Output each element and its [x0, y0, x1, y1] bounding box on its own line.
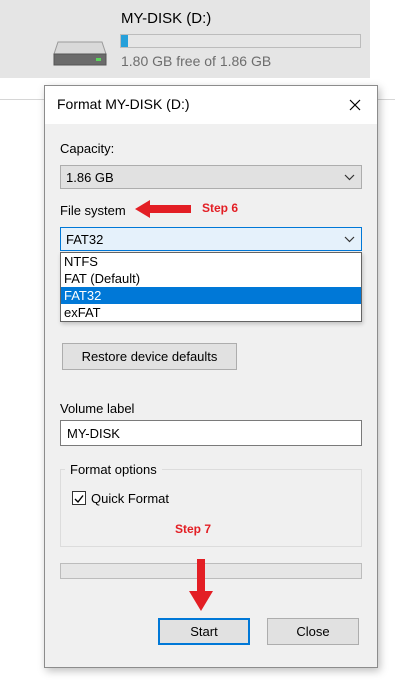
restore-defaults-button[interactable]: Restore device defaults: [62, 343, 237, 370]
capacity-select[interactable]: 1.86 GB: [60, 165, 362, 189]
chevron-down-icon: [344, 174, 355, 181]
format-options-label: Format options: [65, 462, 162, 477]
quick-format-checkbox[interactable]: [72, 491, 86, 505]
filesystem-value: FAT32: [66, 232, 104, 247]
drive-tile[interactable]: MY-DISK (D:) 1.80 GB free of 1.86 GB: [0, 0, 370, 78]
capacity-label: Capacity:: [60, 141, 115, 156]
drive-name: MY-DISK (D:): [121, 10, 212, 27]
filesystem-label: File system: [60, 203, 126, 218]
dialog-titlebar[interactable]: Format MY-DISK (D:): [45, 86, 377, 124]
filesystem-select[interactable]: FAT32: [60, 227, 362, 251]
close-button[interactable]: Close: [267, 618, 359, 645]
filesystem-option[interactable]: exFAT: [61, 304, 361, 321]
quick-format-label[interactable]: Quick Format: [91, 491, 169, 506]
capacity-value: 1.86 GB: [66, 170, 114, 185]
volume-label-label: Volume label: [60, 401, 135, 416]
filesystem-option[interactable]: FAT (Default): [61, 270, 361, 287]
drive-usage-bar: [120, 34, 361, 48]
hard-drive-icon: [53, 41, 107, 66]
filesystem-option[interactable]: FAT32: [61, 287, 361, 304]
close-icon[interactable]: [333, 86, 377, 124]
step7-label: Step 7: [175, 522, 212, 536]
drive-free-space: 1.80 GB free of 1.86 GB: [121, 53, 272, 69]
filesystem-option[interactable]: NTFS: [61, 253, 361, 270]
step6-label: Step 6: [202, 201, 239, 215]
dialog-title: Format MY-DISK (D:): [57, 96, 190, 112]
filesystem-dropdown-list: NTFS FAT (Default) FAT32 exFAT: [60, 252, 362, 322]
drive-usage-fill: [121, 35, 129, 47]
step6-arrow-icon: [135, 200, 191, 218]
divider: [0, 99, 44, 100]
start-button[interactable]: Start: [158, 618, 250, 645]
step7-arrow-icon: [189, 559, 213, 611]
chevron-down-icon: [344, 236, 355, 243]
checkmark-icon: [74, 495, 84, 504]
volume-label-input[interactable]: MY-DISK: [60, 420, 362, 446]
